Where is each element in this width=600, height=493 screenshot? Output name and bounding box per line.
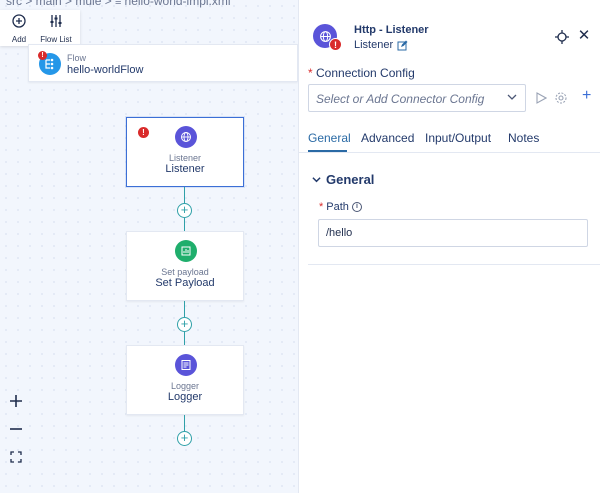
required-marker: *	[308, 66, 313, 80]
add-step-button[interactable]: +	[177, 431, 192, 446]
edit-icon[interactable]	[397, 40, 408, 51]
panel-subtitle: Listener	[354, 39, 408, 51]
node-logger[interactable]: Logger Logger	[126, 345, 244, 415]
payload-icon	[175, 240, 197, 262]
section-divider	[308, 264, 600, 265]
breadcrumb-file[interactable]: hello-world-impl.xml	[125, 0, 231, 8]
zoom-in-button[interactable]	[5, 390, 27, 412]
required-marker: *	[319, 201, 324, 213]
flow-type-label: Flow	[67, 53, 87, 63]
flow-list-label: Flow List	[40, 35, 72, 44]
chevron-down-icon	[507, 94, 517, 100]
properties-panel: ! Http - Listener Listener ✕ * Connectio…	[298, 0, 600, 493]
error-icon: !	[329, 38, 342, 51]
add-step-button[interactable]: +	[177, 203, 192, 218]
zoom-out-button[interactable]	[5, 418, 27, 440]
breadcrumb-path: src > main > mule >	[6, 0, 116, 8]
path-label-text: Path	[326, 201, 349, 213]
flow-canvas[interactable]: src > main > mule > ≡ hello-world-impl.x…	[0, 0, 298, 493]
node-name: Logger	[167, 391, 203, 403]
add-label: Add	[11, 35, 27, 44]
flow-name: hello-worldFlow	[67, 64, 144, 76]
close-icon[interactable]: ✕	[576, 28, 592, 44]
flow-error-icon: !	[38, 51, 47, 60]
connector-line	[184, 415, 185, 431]
tab-input-output[interactable]: Input/Output	[425, 131, 491, 145]
node-type-label: Set payload	[161, 267, 209, 277]
path-input[interactable]	[318, 219, 588, 247]
breadcrumb: src > main > mule > ≡ hello-world-impl.x…	[6, 0, 231, 8]
connector-line	[184, 187, 185, 203]
section-general-header[interactable]: General	[312, 172, 374, 187]
panel-tabs: General Advanced Input/Output Notes	[299, 120, 600, 153]
gear-icon[interactable]	[554, 91, 568, 105]
add-config-button[interactable]: +	[582, 88, 591, 104]
panel-subtitle-text: Listener	[354, 39, 394, 51]
logger-icon	[175, 354, 197, 376]
node-listener[interactable]: ! Listener Listener	[126, 117, 244, 187]
connector-line	[184, 332, 185, 345]
flow-list-button[interactable]: Flow List	[38, 14, 74, 44]
globe-icon	[175, 126, 197, 148]
add-button[interactable]: Add	[1, 14, 37, 44]
flow-header-card[interactable]: ! Flow hello-worldFlow	[28, 44, 298, 82]
file-icon: ≡	[115, 0, 125, 8]
active-tab-indicator	[308, 150, 347, 152]
path-label: * Path i	[319, 201, 362, 213]
node-name: Listener	[165, 163, 205, 175]
play-icon[interactable]	[535, 92, 547, 104]
connector-line	[184, 218, 185, 231]
node-type-label: Logger	[170, 381, 200, 391]
locate-icon[interactable]	[554, 29, 570, 45]
fit-screen-icon	[10, 451, 22, 463]
connection-config-label-text: Connection Config	[316, 66, 415, 80]
add-step-button[interactable]: +	[177, 317, 192, 332]
connection-config-select[interactable]: Select or Add Connector Config	[308, 84, 526, 112]
fit-view-button[interactable]	[5, 446, 27, 468]
node-type-label: Listener	[168, 153, 202, 163]
tab-general[interactable]: General	[308, 131, 351, 145]
panel-title: Http - Listener	[354, 24, 429, 36]
section-title: General	[326, 172, 375, 187]
tab-advanced[interactable]: Advanced	[361, 131, 414, 145]
node-error-icon: !	[138, 127, 149, 138]
info-icon[interactable]: i	[351, 202, 362, 212]
node-set-payload[interactable]: Set payload Set Payload	[126, 231, 244, 301]
node-name: Set Payload	[155, 277, 215, 289]
sliders-icon	[50, 15, 62, 27]
canvas-toolbar: Add Flow List	[0, 10, 80, 46]
plus-icon	[10, 395, 22, 407]
chevron-down-icon	[312, 177, 321, 183]
add-circle-icon	[12, 14, 26, 28]
minus-icon	[10, 428, 22, 430]
connector-line	[184, 301, 185, 317]
tab-notes[interactable]: Notes	[508, 131, 539, 145]
connection-config-placeholder: Select or Add Connector Config	[316, 92, 485, 106]
connection-config-label: * Connection Config	[308, 66, 415, 80]
